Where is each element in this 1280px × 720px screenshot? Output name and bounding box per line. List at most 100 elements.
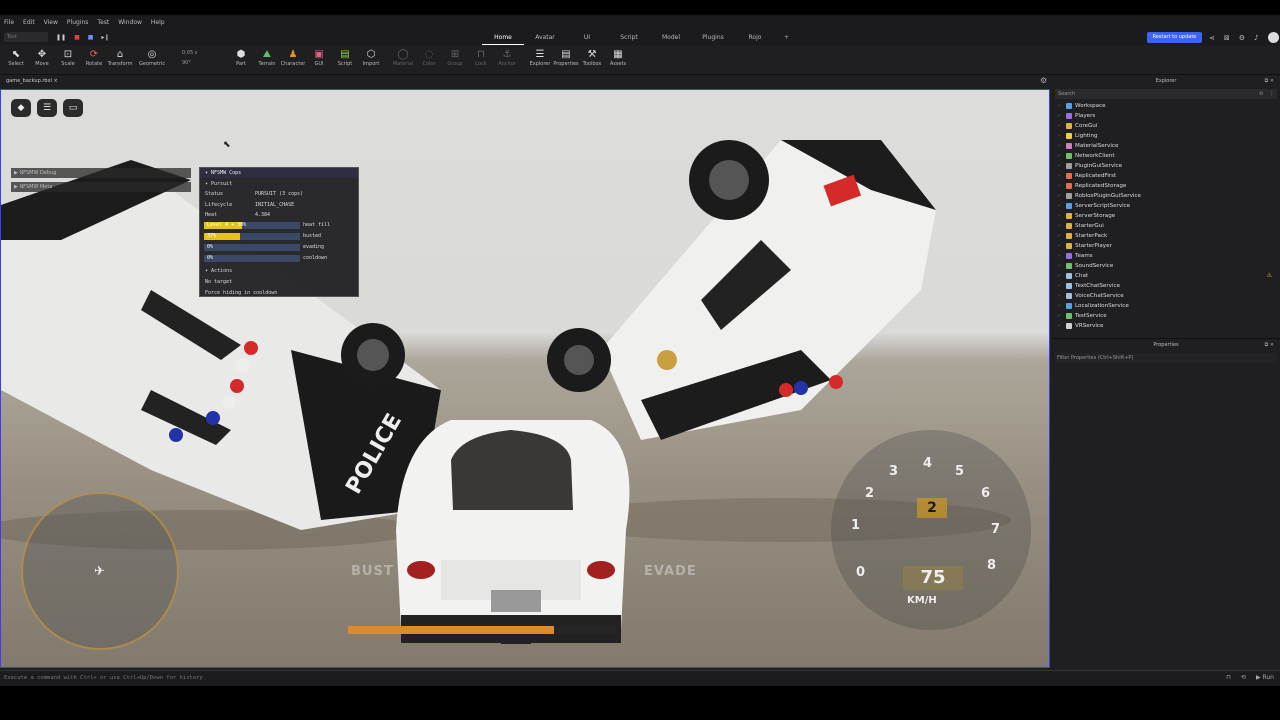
snap-settings[interactable]: 0.05 s 90° [168,48,197,68]
toolbox-toggle[interactable]: ⚒ Toolbox [579,48,605,67]
chevron-right-icon[interactable]: › [1058,261,1063,271]
chevron-right-icon[interactable]: › [1058,271,1063,281]
history-icon[interactable]: ⟲ [1241,674,1246,681]
script-tool[interactable]: ▤ Script [332,48,358,67]
menu-help[interactable]: Help [151,19,165,26]
settings-icon[interactable]: ⚙ [1239,34,1245,42]
anchor-tool[interactable]: ⚓ Anchor [494,48,520,67]
stop-icon[interactable]: ■ [74,34,80,41]
chevron-right-icon[interactable]: › [1058,231,1063,241]
explorer-item[interactable]: › ReplicatedStorage [1058,181,1280,191]
collaborate-icon[interactable]: ⊠ [1224,34,1230,42]
snap-move-value[interactable]: 0.05 s [168,48,197,58]
explorer-search-input[interactable]: Search ⟲ ⋮ [1055,89,1277,99]
filter-icon[interactable]: ⟲ [1259,89,1263,99]
explorer-item[interactable]: › SoundService [1058,261,1280,271]
menu-view[interactable]: View [44,19,58,26]
chevron-right-icon[interactable]: › [1058,251,1063,261]
run-button[interactable]: ▶ Run [1256,674,1274,681]
assets-toggle[interactable]: ▦ Assets [605,48,631,67]
chevron-right-icon[interactable]: › [1058,191,1063,201]
explorer-item[interactable]: › ReplicatedFirst [1058,171,1280,181]
menu-plugins[interactable]: Plugins [67,19,89,26]
chevron-right-icon[interactable]: › [1058,321,1063,331]
explorer-item[interactable]: › StarterPlayer [1058,241,1280,251]
select-tool[interactable]: ⬉ Select [3,48,29,67]
pause-icon[interactable]: ❚❚ [56,34,66,41]
tab-home[interactable]: Home [482,30,524,45]
explorer-item[interactable]: › RobloxPluginGuiService [1058,191,1280,201]
force-hiding-action[interactable]: Force hiding in cooldown [205,289,277,297]
explorer-item[interactable]: › VRService [1058,321,1280,331]
menu-edit[interactable]: Edit [23,19,35,26]
tab-plugins[interactable]: Plugins [692,30,734,45]
chevron-right-icon[interactable]: › [1058,221,1063,231]
menu-test[interactable]: Test [97,19,109,26]
explorer-item[interactable]: › TextChatService [1058,281,1280,291]
viewport-settings-icon[interactable]: ⚙ [1040,76,1047,85]
chevron-right-icon[interactable]: › [1058,151,1063,161]
nfsmw-debug-tab[interactable]: ▶ NFSMW Debug [11,168,191,178]
explorer-item[interactable]: › NetworkClient [1058,151,1280,161]
bookmark-icon[interactable]: ⊓ [1226,674,1231,681]
menu-file[interactable]: File [4,19,14,26]
explorer-item[interactable]: › ServerScriptService [1058,201,1280,211]
part-tool[interactable]: ⬢ Part [228,48,254,67]
chevron-right-icon[interactable]: › [1058,111,1063,121]
explorer-toggle[interactable]: ☰ Explorer [527,48,553,67]
chevron-right-icon[interactable]: › [1058,281,1063,291]
menu-icon[interactable]: ☰ [37,99,57,117]
chevron-right-icon[interactable]: › [1058,141,1063,151]
chevron-right-icon[interactable]: › [1058,131,1063,141]
chevron-right-icon[interactable]: › [1058,211,1063,221]
explorer-item[interactable]: › StarterPack [1058,231,1280,241]
roblox-logo-icon[interactable]: ◆ [11,99,31,117]
move-tool[interactable]: ✥ Move [29,48,55,67]
gui-tool[interactable]: ▣ GUI [306,48,332,67]
lock-tool[interactable]: ⊓ Lock [468,48,494,67]
explorer-item[interactable]: › Players [1058,111,1280,121]
command-input[interactable]: Execute a command with Ctrl+ or use Ctrl… [4,675,203,681]
explorer-item[interactable]: › PluginGuiService [1058,161,1280,171]
close-icon[interactable]: ⧉ × [1265,339,1274,351]
client-server-icon[interactable]: ■ [88,34,94,41]
tab-avatar[interactable]: Avatar [524,30,566,45]
add-tab-icon[interactable]: + [784,34,789,41]
chevron-right-icon[interactable]: › [1058,181,1063,191]
material-tool[interactable]: ◯ Material [390,48,416,67]
avatar[interactable] [1267,32,1279,43]
nfsmw-meta-tab[interactable]: ▶ NFSMW Meta [11,182,191,192]
color-tool[interactable]: ◌ Color [416,48,442,67]
document-tab[interactable]: game_backup.rbxl × [6,78,58,84]
notification-icon[interactable]: ♪ [1254,34,1258,42]
rotate-tool[interactable]: ⟳ Rotate [81,48,107,67]
chevron-right-icon[interactable]: › [1058,171,1063,181]
chevron-right-icon[interactable]: › [1058,311,1063,321]
explorer-item[interactable]: › LocalizationService [1058,301,1280,311]
chevron-right-icon[interactable]: › [1058,121,1063,131]
command-bar[interactable]: Execute a command with Ctrl+ or use Ctrl… [0,670,1280,686]
chevron-right-icon[interactable]: › [1058,161,1063,171]
explorer-item[interactable]: › Lighting [1058,131,1280,141]
explorer-item[interactable]: › TestService [1058,311,1280,321]
tab-model[interactable]: Model [650,30,692,45]
close-icon[interactable]: × [54,78,58,84]
chevron-right-icon[interactable]: › [1058,241,1063,251]
explorer-item[interactable]: › ServerStorage [1058,211,1280,221]
more-icon[interactable]: ⋮ [1269,89,1274,99]
pursuit-section[interactable]: ▾ Pursuit [205,180,232,188]
geometric-tool[interactable]: ◎ Geometric [139,48,165,67]
transform-tool[interactable]: ⌂ Transform [107,48,133,67]
share-icon[interactable]: ⋖ [1209,34,1215,42]
tab-rojo[interactable]: Rojo [734,30,776,45]
actions-section[interactable]: ▾ Actions [205,267,232,275]
character-tool[interactable]: ♟ Character [280,48,306,67]
scale-tool[interactable]: ⊡ Scale [55,48,81,67]
explorer-item[interactable]: › Workspace [1058,101,1280,111]
explorer-item[interactable]: › Teams [1058,251,1280,261]
chevron-right-icon[interactable]: › [1058,301,1063,311]
terrain-tool[interactable]: ⛰ Terrain [254,48,280,67]
menu-window[interactable]: Window [118,19,142,26]
properties-toggle[interactable]: ▤ Properties [553,48,579,67]
restart-to-update-button[interactable]: Restart to update [1147,32,1202,43]
